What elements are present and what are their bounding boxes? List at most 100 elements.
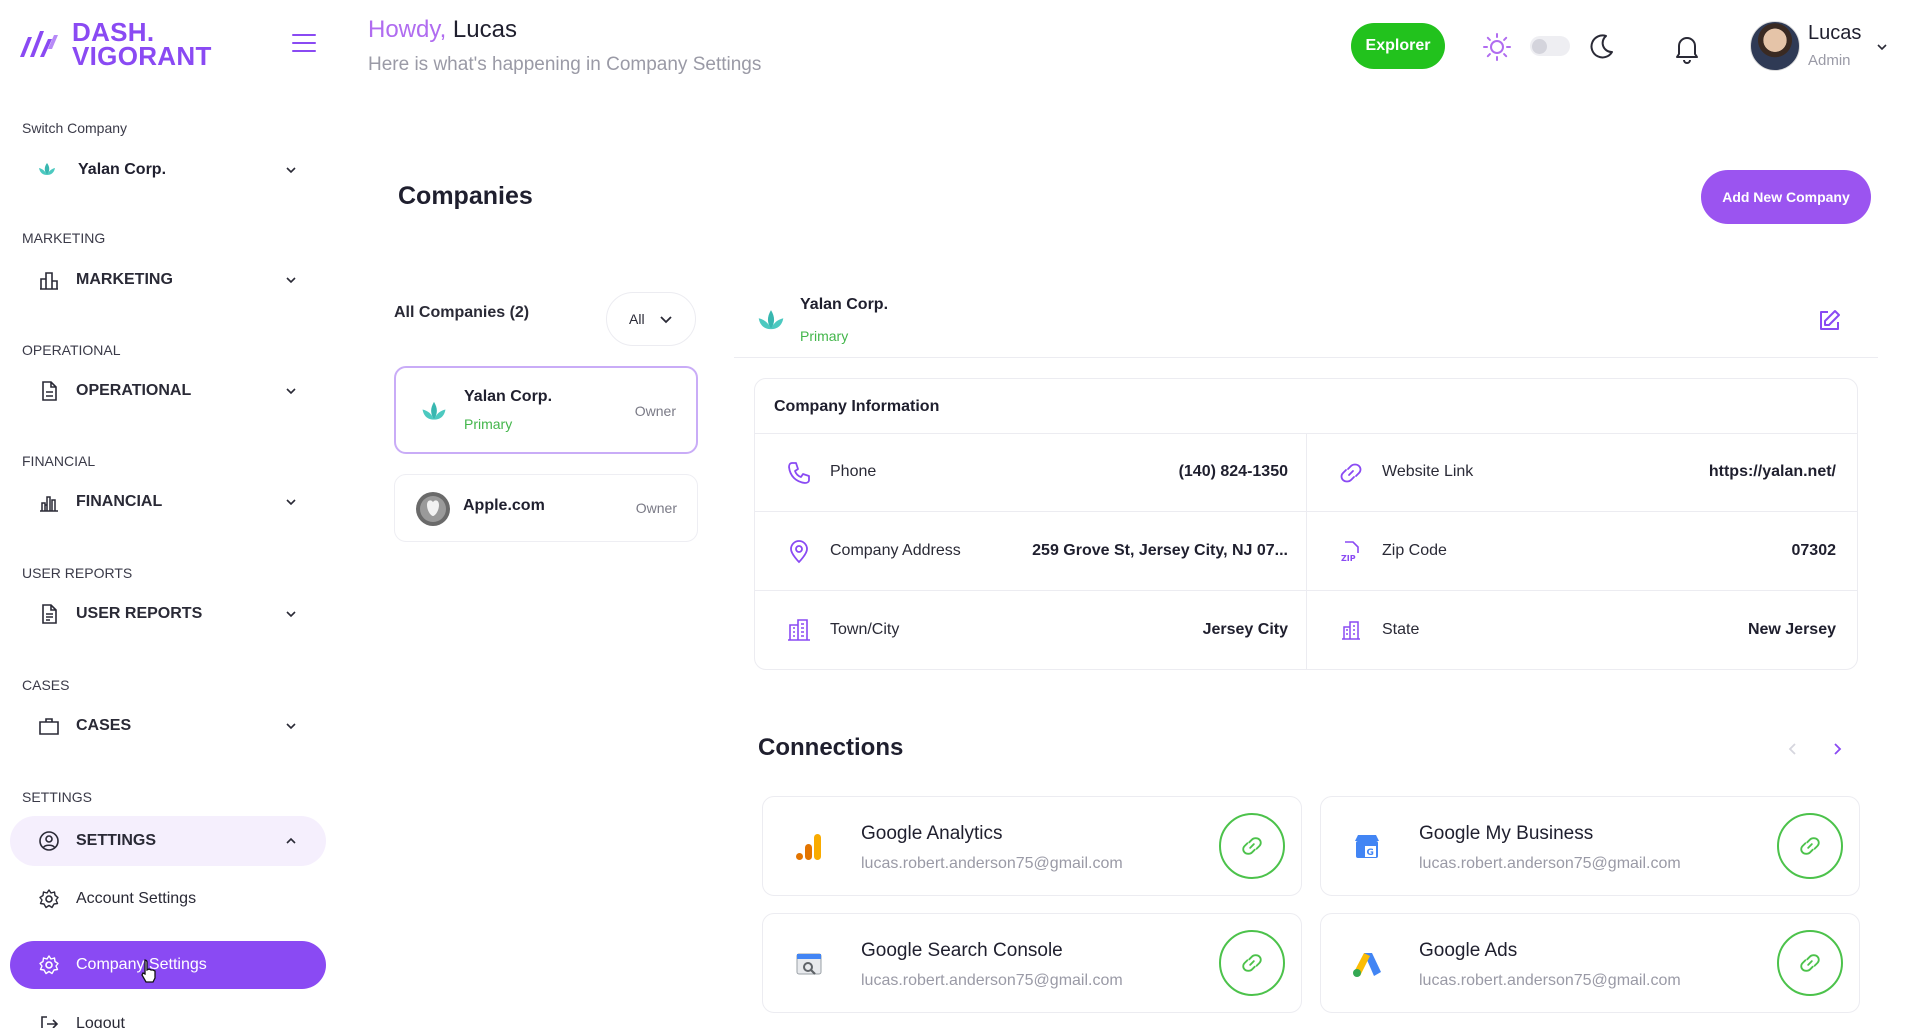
- sun-icon[interactable]: [1482, 32, 1512, 62]
- field-label-website: Website Link: [1382, 463, 1474, 480]
- field-value-city: Jersey City: [1202, 621, 1288, 638]
- gear-icon: [39, 889, 59, 909]
- company-card-apple[interactable]: Apple.com Owner: [394, 474, 698, 542]
- connection-name: Google Ads: [1419, 940, 1518, 961]
- sidebar-item-marketing[interactable]: MARKETING: [10, 255, 326, 305]
- detail-divider: [734, 357, 1878, 358]
- sidebar-item-operational[interactable]: OPERATIONAL: [10, 366, 326, 416]
- menu-toggle-icon[interactable]: [292, 34, 316, 52]
- chevron-left-icon[interactable]: [1784, 740, 1802, 758]
- field-label-phone: Phone: [830, 463, 877, 480]
- avatar[interactable]: [1750, 21, 1800, 71]
- moon-icon[interactable]: [1586, 32, 1616, 62]
- city-icon: [788, 619, 810, 641]
- chevron-down-icon: [660, 316, 672, 324]
- sidebar-item-account-settings[interactable]: Account Settings: [10, 875, 326, 923]
- user-name: Lucas: [1808, 22, 1862, 44]
- company-switcher[interactable]: Yalan Corp.: [22, 150, 320, 190]
- user-role: Admin: [1808, 52, 1851, 69]
- connect-link-button[interactable]: [1219, 930, 1285, 996]
- greeting-subtitle: Here is what's happening in Company Sett…: [368, 54, 762, 75]
- link-icon: [1242, 837, 1262, 855]
- connection-card-google-search-console: Google Search Console lucas.robert.ander…: [762, 913, 1302, 1013]
- chevron-down-icon: [286, 723, 296, 730]
- chevron-down-icon: [286, 277, 296, 284]
- chevron-down-icon[interactable]: [1875, 40, 1889, 54]
- connect-link-button[interactable]: [1777, 930, 1843, 996]
- company-role: Owner: [635, 500, 677, 516]
- company-name: Apple.com: [463, 497, 545, 514]
- connection-email: lucas.robert.anderson75@gmail.com: [1419, 972, 1681, 989]
- current-company-label: Yalan Corp.: [78, 161, 167, 178]
- selected-company-tag: Primary: [800, 328, 849, 344]
- google-ads-icon: [1353, 953, 1381, 977]
- svg-text:G: G: [1367, 848, 1374, 858]
- group-heading-operational: OPERATIONAL: [22, 342, 121, 358]
- connection-email: lucas.robert.anderson75@gmail.com: [861, 972, 1123, 989]
- lotus-logo-icon: [39, 163, 55, 175]
- connect-link-button[interactable]: [1219, 813, 1285, 879]
- company-information-title: Company Information: [774, 398, 940, 415]
- sidebar-item-label: MARKETING: [76, 271, 173, 288]
- add-new-company-button[interactable]: Add New Company: [1701, 170, 1871, 224]
- report-icon: [42, 604, 57, 624]
- field-value-website[interactable]: https://yalan.net/: [1709, 463, 1836, 481]
- sidebar-item-logout[interactable]: Logout: [10, 1006, 326, 1028]
- pointer-cursor-icon: [141, 959, 156, 983]
- bell-icon[interactable]: [1671, 32, 1703, 64]
- link-icon: [1800, 837, 1820, 855]
- logo-mark-icon: [20, 31, 58, 57]
- company-name: Yalan Corp.: [464, 388, 553, 405]
- connection-name: Google Analytics: [861, 823, 1003, 844]
- link-icon: [1242, 954, 1262, 972]
- company-tag: Primary: [464, 416, 513, 432]
- divider: [1306, 433, 1307, 669]
- explorer-button[interactable]: Explorer: [1351, 23, 1445, 69]
- sidebar-item-label: CASES: [76, 717, 132, 734]
- connection-name: Google Search Console: [861, 940, 1063, 961]
- link-icon: [1800, 954, 1820, 972]
- sidebar-item-company-settings[interactable]: Company Settings: [10, 941, 326, 989]
- theme-toggle[interactable]: [1530, 36, 1570, 56]
- phone-icon: [788, 462, 810, 484]
- map-pin-icon: [790, 540, 808, 564]
- brand-logo[interactable]: DASH. VIGORANT: [18, 19, 212, 69]
- connect-link-button[interactable]: [1777, 813, 1843, 879]
- connections-title: Connections: [758, 734, 904, 761]
- field-value-zip: 07302: [1791, 542, 1837, 559]
- bar-chart-icon: [40, 272, 58, 290]
- company-filter-select[interactable]: All: [606, 292, 696, 346]
- document-icon: [42, 381, 57, 401]
- google-analytics-icon: [796, 834, 821, 860]
- gear-icon: [39, 955, 59, 975]
- selected-company-name: Yalan Corp.: [800, 296, 889, 313]
- company-card-yalan[interactable]: Yalan Corp. Primary Owner: [394, 366, 698, 454]
- group-heading-user-reports: USER REPORTS: [22, 565, 133, 581]
- sidebar-item-settings[interactable]: SETTINGS: [10, 816, 326, 866]
- building-icon: [1342, 621, 1360, 640]
- edit-icon[interactable]: [1816, 308, 1842, 334]
- sidebar-item-financial[interactable]: FINANCIAL: [10, 477, 326, 527]
- google-my-business-icon: G: [1355, 835, 1379, 858]
- apple-logo-icon: [416, 492, 450, 526]
- chevron-right-icon[interactable]: [1828, 740, 1846, 758]
- building-chart-icon: [40, 496, 58, 512]
- greeting: Howdy, Lucas Here is what's happening in…: [368, 16, 761, 76]
- sidebar-item-cases[interactable]: CASES: [10, 701, 326, 751]
- sidebar-item-user-reports[interactable]: USER REPORTS: [10, 589, 326, 639]
- greeting-user-name: Lucas: [452, 16, 517, 43]
- connection-card-google-ads: Google Ads lucas.robert.anderson75@gmail…: [1320, 913, 1860, 1013]
- group-heading-financial: FINANCIAL: [22, 453, 96, 469]
- connection-email: lucas.robert.anderson75@gmail.com: [1419, 855, 1681, 872]
- chevron-down-icon: [286, 167, 296, 174]
- field-label-zip: Zip Code: [1382, 542, 1447, 559]
- sidebar-item-label: Account Settings: [76, 890, 197, 907]
- sidebar-item-label: FINANCIAL: [76, 493, 163, 510]
- page-title: Companies: [398, 182, 533, 210]
- briefcase-icon: [39, 718, 59, 735]
- field-label-state: State: [1382, 621, 1420, 638]
- user-circle-icon: [39, 831, 59, 851]
- field-label-address: Company Address: [830, 542, 961, 559]
- group-heading-cases: CASES: [22, 677, 70, 693]
- logout-icon: [41, 1016, 59, 1028]
